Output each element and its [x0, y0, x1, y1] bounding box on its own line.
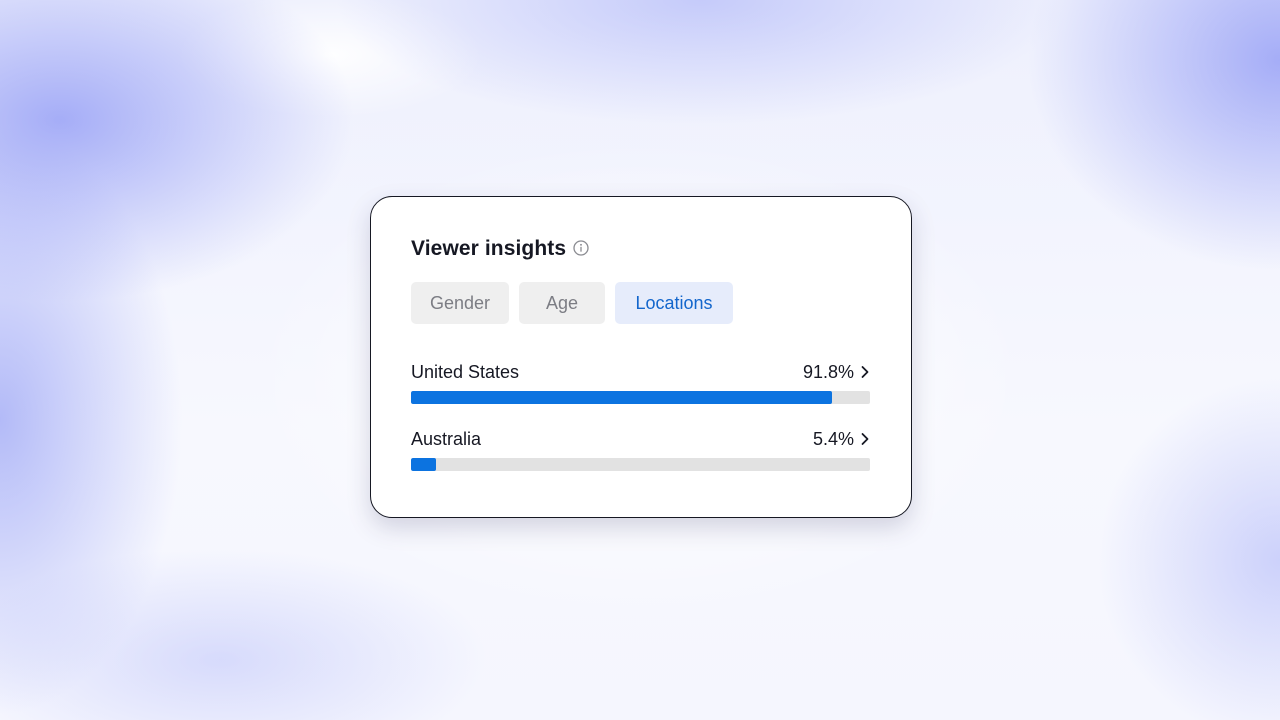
insight-tabs: Gender Age Locations [411, 282, 733, 324]
location-percent: 5.4% [812, 428, 854, 449]
tab-locations[interactable]: Locations [615, 282, 733, 324]
progress-fill [411, 391, 833, 404]
progress-fill [411, 458, 436, 471]
chevron-right-icon [861, 433, 869, 445]
progress-track [411, 391, 870, 404]
location-name: United States [411, 361, 520, 382]
locations-list: United States 91.8% Australia 5.4% [411, 359, 870, 493]
location-row-united-states[interactable]: United States 91.8% [411, 359, 870, 426]
location-row-australia[interactable]: Australia 5.4% [411, 426, 870, 493]
location-percent-link[interactable]: 91.8% [803, 362, 870, 383]
chevron-right-icon [861, 366, 869, 378]
progress-track [411, 458, 870, 471]
card-title: Viewer insights [411, 237, 567, 260]
tab-gender[interactable]: Gender [411, 282, 509, 324]
location-name: Australia [411, 428, 482, 449]
location-percent: 91.8% [802, 361, 854, 382]
card-header: Viewer insights [411, 235, 589, 263]
info-circle-icon[interactable] [573, 239, 589, 256]
tab-age[interactable]: Age [519, 282, 605, 324]
location-percent-link[interactable]: 5.4% [813, 429, 870, 450]
viewer-insights-card: Viewer insights Gender Age Locations Uni… [370, 196, 912, 518]
